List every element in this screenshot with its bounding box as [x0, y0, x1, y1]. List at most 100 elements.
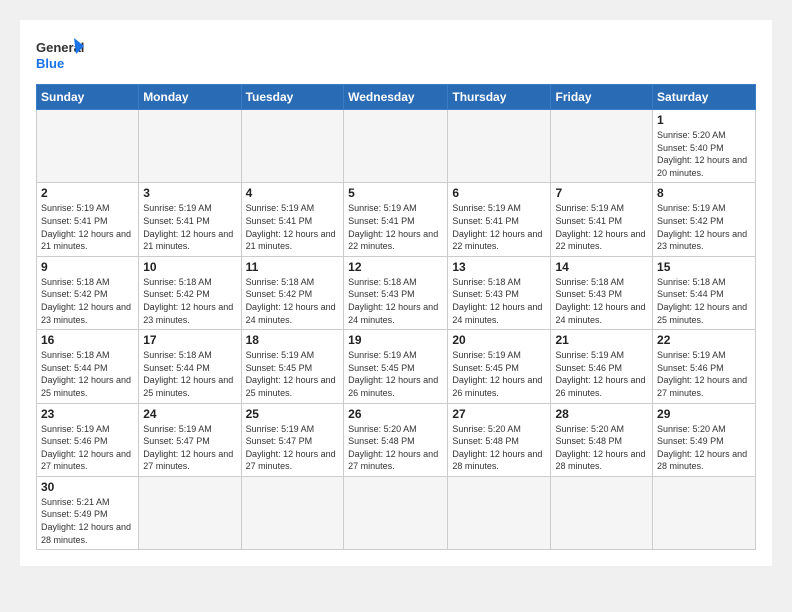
- day-info: Sunrise: 5:18 AM Sunset: 5:44 PM Dayligh…: [41, 349, 134, 399]
- calendar-day: 10 Sunrise: 5:18 AM Sunset: 5:42 PM Dayli…: [139, 256, 241, 329]
- weekday-sunday: Sunday: [37, 85, 139, 110]
- calendar-day: [37, 110, 139, 183]
- day-info: Sunrise: 5:18 AM Sunset: 5:44 PM Dayligh…: [143, 349, 236, 399]
- day-number: 10: [143, 260, 236, 274]
- weekday-tuesday: Tuesday: [241, 85, 344, 110]
- calendar-day: [448, 476, 551, 549]
- calendar-day: 8 Sunrise: 5:19 AM Sunset: 5:42 PM Daylig…: [653, 183, 756, 256]
- day-number: 20: [452, 333, 546, 347]
- calendar-day: 22 Sunrise: 5:19 AM Sunset: 5:46 PM Dayli…: [653, 330, 756, 403]
- weekday-thursday: Thursday: [448, 85, 551, 110]
- day-info: Sunrise: 5:19 AM Sunset: 5:41 PM Dayligh…: [41, 202, 134, 252]
- day-number: 18: [246, 333, 340, 347]
- day-info: Sunrise: 5:18 AM Sunset: 5:43 PM Dayligh…: [452, 276, 546, 326]
- day-info: Sunrise: 5:20 AM Sunset: 5:48 PM Dayligh…: [555, 423, 648, 473]
- day-info: Sunrise: 5:20 AM Sunset: 5:48 PM Dayligh…: [348, 423, 443, 473]
- calendar-day: 28 Sunrise: 5:20 AM Sunset: 5:48 PM Dayli…: [551, 403, 653, 476]
- calendar-day: 15Sunrise: 5:18 AM Sunset: 5:44 PM Dayli…: [653, 256, 756, 329]
- day-number: 17: [143, 333, 236, 347]
- calendar-day: 6Sunrise: 5:19 AM Sunset: 5:41 PM Daylig…: [448, 183, 551, 256]
- calendar-day: [551, 476, 653, 549]
- day-number: 22: [657, 333, 751, 347]
- calendar-day: 12Sunrise: 5:18 AM Sunset: 5:43 PM Dayli…: [344, 256, 448, 329]
- day-number: 26: [348, 407, 443, 421]
- day-number: 16: [41, 333, 134, 347]
- calendar-day: 29 Sunrise: 5:20 AM Sunset: 5:49 PM Dayli…: [653, 403, 756, 476]
- calendar-day: 7Sunrise: 5:19 AM Sunset: 5:41 PM Daylig…: [551, 183, 653, 256]
- day-number: 30: [41, 480, 134, 494]
- header: General Blue: [36, 36, 756, 78]
- calendar-week-5: 23Sunrise: 5:19 AM Sunset: 5:46 PM Dayli…: [37, 403, 756, 476]
- day-number: 29: [657, 407, 751, 421]
- day-info: Sunrise: 5:19 AM Sunset: 5:45 PM Dayligh…: [348, 349, 443, 399]
- day-info: Sunrise: 5:19 AM Sunset: 5:41 PM Dayligh…: [348, 202, 443, 252]
- day-info: Sunrise: 5:18 AM Sunset: 5:43 PM Dayligh…: [348, 276, 443, 326]
- calendar-day: 13 Sunrise: 5:18 AM Sunset: 5:43 PM Dayli…: [448, 256, 551, 329]
- calendar-day: [653, 476, 756, 549]
- calendar-day: [241, 476, 344, 549]
- day-number: 13: [452, 260, 546, 274]
- calendar-day: 5 Sunrise: 5:19 AM Sunset: 5:41 PM Daylig…: [344, 183, 448, 256]
- day-number: 24: [143, 407, 236, 421]
- day-info: Sunrise: 5:19 AM Sunset: 5:46 PM Dayligh…: [555, 349, 648, 399]
- day-info: Sunrise: 5:18 AM Sunset: 5:42 PM Dayligh…: [143, 276, 236, 326]
- day-number: 5: [348, 186, 443, 200]
- day-number: 7: [555, 186, 648, 200]
- day-info: Sunrise: 5:19 AM Sunset: 5:45 PM Dayligh…: [452, 349, 546, 399]
- day-info: Sunrise: 5:19 AM Sunset: 5:47 PM Dayligh…: [246, 423, 340, 473]
- calendar-day: 23Sunrise: 5:19 AM Sunset: 5:46 PM Dayli…: [37, 403, 139, 476]
- day-number: 8: [657, 186, 751, 200]
- calendar-day: 11 Sunrise: 5:18 AM Sunset: 5:42 PM Dayli…: [241, 256, 344, 329]
- day-number: 28: [555, 407, 648, 421]
- calendar-table: SundayMondayTuesdayWednesdayThursdayFrid…: [36, 84, 756, 550]
- calendar-day: 14Sunrise: 5:18 AM Sunset: 5:43 PM Dayli…: [551, 256, 653, 329]
- calendar-day: 21 Sunrise: 5:19 AM Sunset: 5:46 PM Dayli…: [551, 330, 653, 403]
- calendar-day: 20 Sunrise: 5:19 AM Sunset: 5:45 PM Dayli…: [448, 330, 551, 403]
- calendar-day: 30 Sunrise: 5:21 AM Sunset: 5:49 PM Dayli…: [37, 476, 139, 549]
- weekday-friday: Friday: [551, 85, 653, 110]
- calendar-week-2: 2 Sunrise: 5:19 AM Sunset: 5:41 PM Daylig…: [37, 183, 756, 256]
- calendar-week-1: 1Sunrise: 5:20 AM Sunset: 5:40 PM Daylig…: [37, 110, 756, 183]
- calendar-day: [448, 110, 551, 183]
- day-number: 6: [452, 186, 546, 200]
- weekday-monday: Monday: [139, 85, 241, 110]
- calendar-week-6: 30 Sunrise: 5:21 AM Sunset: 5:49 PM Dayli…: [37, 476, 756, 549]
- day-info: Sunrise: 5:19 AM Sunset: 5:46 PM Dayligh…: [657, 349, 751, 399]
- logo: General Blue: [36, 36, 86, 78]
- calendar-week-4: 16 Sunrise: 5:18 AM Sunset: 5:44 PM Dayli…: [37, 330, 756, 403]
- weekday-header-row: SundayMondayTuesdayWednesdayThursdayFrid…: [37, 85, 756, 110]
- day-info: Sunrise: 5:19 AM Sunset: 5:41 PM Dayligh…: [143, 202, 236, 252]
- day-info: Sunrise: 5:19 AM Sunset: 5:41 PM Dayligh…: [246, 202, 340, 252]
- day-info: Sunrise: 5:18 AM Sunset: 5:42 PM Dayligh…: [246, 276, 340, 326]
- calendar-day: 19 Sunrise: 5:19 AM Sunset: 5:45 PM Dayli…: [344, 330, 448, 403]
- calendar-day: 3 Sunrise: 5:19 AM Sunset: 5:41 PM Daylig…: [139, 183, 241, 256]
- day-info: Sunrise: 5:19 AM Sunset: 5:42 PM Dayligh…: [657, 202, 751, 252]
- calendar-day: [139, 476, 241, 549]
- day-info: Sunrise: 5:19 AM Sunset: 5:46 PM Dayligh…: [41, 423, 134, 473]
- day-number: 19: [348, 333, 443, 347]
- calendar-day: [139, 110, 241, 183]
- weekday-wednesday: Wednesday: [344, 85, 448, 110]
- day-info: Sunrise: 5:20 AM Sunset: 5:48 PM Dayligh…: [452, 423, 546, 473]
- day-number: 11: [246, 260, 340, 274]
- calendar-day: 17 Sunrise: 5:18 AM Sunset: 5:44 PM Dayli…: [139, 330, 241, 403]
- day-number: 21: [555, 333, 648, 347]
- day-number: 2: [41, 186, 134, 200]
- day-info: Sunrise: 5:21 AM Sunset: 5:49 PM Dayligh…: [41, 496, 134, 546]
- day-info: Sunrise: 5:20 AM Sunset: 5:49 PM Dayligh…: [657, 423, 751, 473]
- calendar-day: 27Sunrise: 5:20 AM Sunset: 5:48 PM Dayli…: [448, 403, 551, 476]
- day-number: 4: [246, 186, 340, 200]
- calendar-day: 1Sunrise: 5:20 AM Sunset: 5:40 PM Daylig…: [653, 110, 756, 183]
- logo-svg: General Blue: [36, 36, 86, 78]
- calendar-day: 25 Sunrise: 5:19 AM Sunset: 5:47 PM Dayli…: [241, 403, 344, 476]
- day-number: 3: [143, 186, 236, 200]
- calendar-day: 2 Sunrise: 5:19 AM Sunset: 5:41 PM Daylig…: [37, 183, 139, 256]
- day-number: 14: [555, 260, 648, 274]
- calendar-day: 18 Sunrise: 5:19 AM Sunset: 5:45 PM Dayli…: [241, 330, 344, 403]
- day-number: 25: [246, 407, 340, 421]
- day-info: Sunrise: 5:19 AM Sunset: 5:47 PM Dayligh…: [143, 423, 236, 473]
- calendar-day: 4 Sunrise: 5:19 AM Sunset: 5:41 PM Daylig…: [241, 183, 344, 256]
- calendar-day: 24 Sunrise: 5:19 AM Sunset: 5:47 PM Dayli…: [139, 403, 241, 476]
- day-info: Sunrise: 5:18 AM Sunset: 5:44 PM Dayligh…: [657, 276, 751, 326]
- day-info: Sunrise: 5:19 AM Sunset: 5:45 PM Dayligh…: [246, 349, 340, 399]
